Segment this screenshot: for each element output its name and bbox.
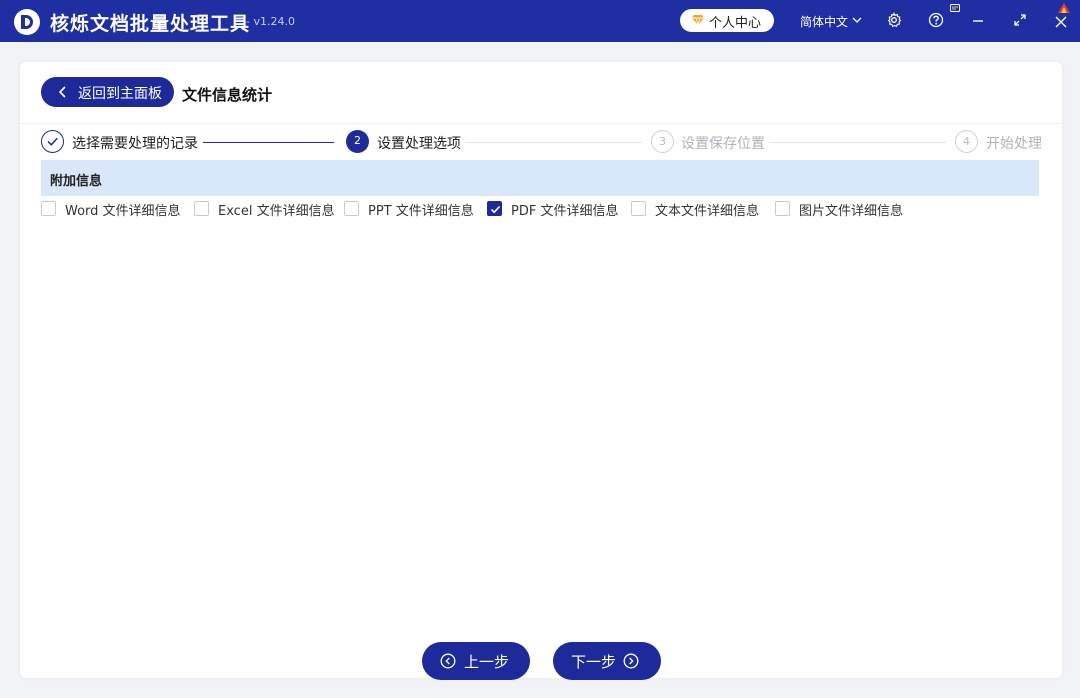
- option-label: Word 文件详细信息: [65, 204, 181, 219]
- step-2-number: 2: [346, 130, 369, 153]
- step-2-label: 设置处理选项: [377, 136, 461, 152]
- option-label: PDF 文件详细信息: [511, 204, 619, 219]
- help-icon[interactable]: [928, 12, 944, 28]
- option-label: PPT 文件详细信息: [368, 204, 474, 219]
- option-label: 图片文件详细信息: [799, 204, 904, 219]
- step-3-label: 设置保存位置: [681, 136, 765, 152]
- attachment-info-title: 附加信息: [50, 174, 103, 189]
- app-version: - v1.24.0: [246, 15, 295, 28]
- panel-header: 返回到主面板 文件信息统计: [20, 62, 1062, 124]
- step-connector: [770, 142, 947, 143]
- arrow-left-circle-icon: [440, 653, 456, 669]
- maximize-icon[interactable]: [1012, 12, 1028, 28]
- app-title: 核烁文档批量处理工具: [50, 13, 251, 35]
- checkbox[interactable]: [41, 201, 56, 216]
- language-selector[interactable]: 简体中文: [800, 13, 848, 30]
- title-bar: 核烁文档批量处理工具 - v1.24.0 个人中心 简体中文: [0, 0, 1080, 42]
- gear-icon[interactable]: [886, 12, 902, 28]
- app-logo-icon: [14, 9, 40, 35]
- close-icon[interactable]: [1053, 14, 1069, 30]
- checkbox[interactable]: [631, 201, 646, 216]
- chevron-left-icon: [58, 86, 66, 98]
- option-label: Excel 文件详细信息: [218, 204, 335, 219]
- chevron-down-icon[interactable]: [851, 14, 863, 26]
- step-1-label: 选择需要处理的记录: [72, 136, 198, 152]
- checkbox[interactable]: [775, 201, 790, 216]
- step-3-number: 3: [651, 130, 674, 153]
- step-4-label: 开始处理: [986, 136, 1042, 152]
- previous-step-label: 上一步: [464, 654, 510, 671]
- step-1-done-icon: [41, 130, 64, 153]
- user-center-label: 个人中心: [709, 16, 762, 31]
- check-icon: [490, 206, 501, 214]
- diamond-icon: [692, 15, 704, 27]
- next-step-label: 下一步: [571, 654, 617, 671]
- step-4-number: 4: [955, 130, 978, 153]
- promo-crest-icon[interactable]: [1056, 1, 1072, 15]
- user-center-button[interactable]: 个人中心: [680, 9, 774, 32]
- option-label: 文本文件详细信息: [655, 204, 760, 219]
- next-step-button[interactable]: 下一步: [553, 642, 661, 680]
- checkbox[interactable]: [194, 201, 209, 216]
- minimize-icon[interactable]: [970, 12, 986, 28]
- main-panel: 返回到主面板 文件信息统计 选择需要处理的记录 2 设置处理选项 3 设置保存位…: [20, 62, 1062, 680]
- message-badge-icon[interactable]: [950, 4, 960, 12]
- checkbox-checked[interactable]: [487, 201, 502, 216]
- back-to-main-button[interactable]: 返回到主面板: [41, 77, 174, 107]
- step-connector: [466, 142, 642, 143]
- attachment-info-header: 附加信息: [41, 160, 1039, 196]
- arrow-right-circle-icon: [623, 653, 639, 669]
- checkbox[interactable]: [344, 201, 359, 216]
- previous-step-button[interactable]: 上一步: [422, 642, 530, 680]
- back-button-label: 返回到主面板: [78, 85, 162, 101]
- section-title: 文件信息统计: [182, 86, 273, 104]
- step-connector: [203, 142, 334, 143]
